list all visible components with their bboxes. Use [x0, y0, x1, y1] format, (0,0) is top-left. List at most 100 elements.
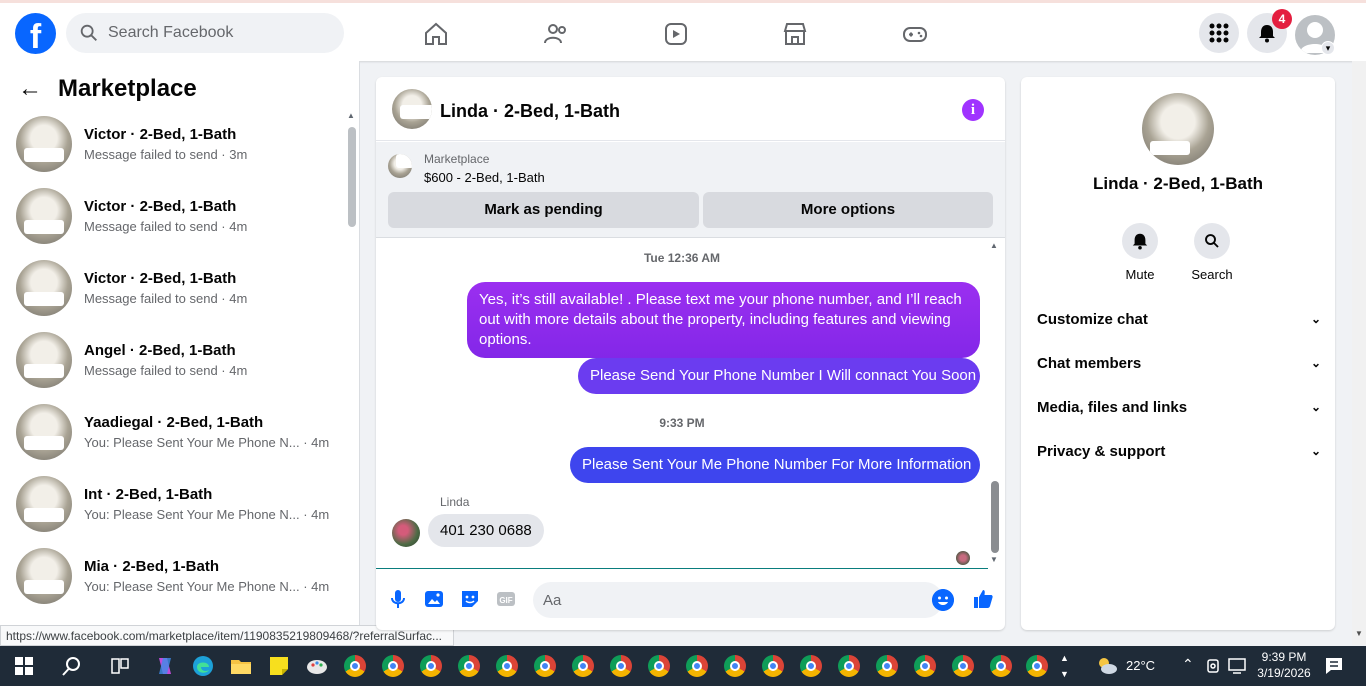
scroll-down-icon[interactable]: ▼: [990, 555, 998, 564]
chrome-icon[interactable]: [496, 655, 518, 677]
temperature[interactable]: 22°C: [1126, 658, 1155, 673]
photo-icon[interactable]: [422, 587, 446, 611]
gif-icon[interactable]: GIF: [494, 587, 518, 611]
conversation-item[interactable]: Victor · 2-Bed, 1-Bath Message failed to …: [16, 114, 336, 174]
chrome-icon[interactable]: [534, 655, 556, 677]
chrome-icon[interactable]: [724, 655, 746, 677]
paint-icon[interactable]: [305, 654, 329, 678]
scroll-down-icon[interactable]: ▼: [1355, 629, 1363, 638]
chrome-icon[interactable]: [610, 655, 632, 677]
chat-scrollbar[interactable]: ▲ ▼: [990, 241, 1000, 567]
scrollbar-thumb[interactable]: [348, 127, 356, 227]
listing-thumbnail: [16, 548, 72, 604]
incoming-message[interactable]: 401 230 0688: [428, 514, 544, 547]
mark-as-pending-button[interactable]: Mark as pending: [388, 192, 699, 228]
conversation-details-panel: Linda · 2-Bed, 1-Bath Mute Search Custom…: [1021, 77, 1335, 630]
section-label: Customize chat: [1037, 310, 1148, 328]
page-scrollbar[interactable]: ▼: [1352, 61, 1366, 645]
customize-chat-section[interactable]: Customize chat ⌄: [1037, 297, 1321, 341]
device-icon[interactable]: [1202, 654, 1226, 678]
message-input[interactable]: [533, 582, 943, 618]
copilot-icon[interactable]: [153, 654, 177, 678]
privacy-support-section[interactable]: Privacy & support ⌄: [1037, 429, 1321, 473]
conversation-item[interactable]: Yaadiegal · 2-Bed, 1-Bath You: Please Sen…: [16, 402, 336, 462]
emoji-icon[interactable]: [932, 589, 954, 611]
chrome-icon[interactable]: [876, 655, 898, 677]
chrome-icon[interactable]: [990, 655, 1012, 677]
task-view-icon[interactable]: [108, 654, 132, 678]
message-composer: GIF: [376, 569, 1005, 630]
chevron-down-icon[interactable]: ▾: [1321, 41, 1335, 55]
sticky-notes-icon[interactable]: [267, 654, 291, 678]
clock-date: 3/19/2026: [1257, 666, 1311, 680]
listing-small-thumbnail: [388, 154, 412, 178]
chrome-icon[interactable]: [382, 655, 404, 677]
chrome-icon[interactable]: [648, 655, 670, 677]
scrollbar-thumb[interactable]: [991, 481, 999, 553]
taskbar-search-icon[interactable]: [60, 654, 84, 678]
sender-avatar[interactable]: [392, 519, 420, 547]
listing-title[interactable]: $600 - 2-Bed, 1-Bath: [424, 170, 545, 185]
outgoing-message[interactable]: Yes, it’s still available! . Please text…: [467, 282, 980, 358]
home-icon[interactable]: [423, 21, 449, 47]
sidebar-scrollbar[interactable]: ▲: [347, 111, 357, 626]
chrome-icon[interactable]: [914, 655, 936, 677]
video-icon[interactable]: [663, 21, 689, 47]
chat-listing-thumbnail[interactable]: [392, 89, 432, 129]
chrome-icon[interactable]: [458, 655, 480, 677]
conversation-item[interactable]: Angel · 2-Bed, 1-Bath Message failed to s…: [16, 330, 336, 390]
conversation-item[interactable]: Mia · 2-Bed, 1-Bath You: Please Sent Your…: [16, 546, 336, 606]
listing-thumbnail: [16, 332, 72, 388]
chrome-icon[interactable]: [1026, 655, 1048, 677]
weather-icon[interactable]: [1095, 654, 1119, 678]
chrome-icon[interactable]: [800, 655, 822, 677]
conversation-item[interactable]: Int · 2-Bed, 1-Bath You: Please Sent Your…: [16, 474, 336, 534]
back-arrow-icon[interactable]: ←: [18, 75, 42, 103]
conversation-preview: Message failed to send · 4m: [84, 363, 248, 378]
chat-title[interactable]: Linda · 2-Bed, 1-Bath: [440, 101, 620, 122]
info-icon[interactable]: i: [962, 99, 984, 121]
chrome-icon[interactable]: [838, 655, 860, 677]
section-label: Chat members: [1037, 354, 1142, 372]
mute-action[interactable]: Mute: [1110, 223, 1170, 282]
windows-start-icon[interactable]: [12, 654, 36, 678]
like-thumbs-up-icon[interactable]: [971, 587, 995, 611]
chevron-down-icon: ⌄: [1310, 312, 1321, 326]
conversation-preview: Message failed to send · 4m: [84, 291, 248, 306]
show-hidden-icons-icon[interactable]: ⌃: [1182, 656, 1194, 673]
network-icon[interactable]: [1226, 654, 1250, 678]
search-action[interactable]: Search: [1182, 223, 1242, 282]
menu-button[interactable]: [1199, 13, 1239, 53]
scroll-up-icon[interactable]: ▲: [347, 111, 355, 120]
media-files-links-section[interactable]: Media, files and links ⌄: [1037, 385, 1321, 429]
conversation-item[interactable]: Victor · 2-Bed, 1-Bath Message failed to …: [16, 186, 336, 246]
system-clock[interactable]: 9:39 PM 3/19/2026: [1252, 649, 1316, 681]
friends-icon[interactable]: [543, 21, 569, 47]
notification-center-icon[interactable]: [1322, 654, 1346, 678]
search-facebook-box[interactable]: [66, 13, 344, 53]
chrome-icon[interactable]: [686, 655, 708, 677]
chrome-icon[interactable]: [420, 655, 442, 677]
outgoing-message[interactable]: Please Send Your Phone Number I Will con…: [578, 358, 980, 394]
chrome-icon[interactable]: [762, 655, 784, 677]
outgoing-message[interactable]: Please Sent Your Me Phone Number For Mor…: [570, 447, 980, 483]
chrome-icon[interactable]: [572, 655, 594, 677]
facebook-logo[interactable]: f: [15, 13, 56, 54]
marketplace-icon[interactable]: [782, 21, 808, 47]
details-listing-thumbnail[interactable]: [1142, 93, 1214, 165]
more-options-button[interactable]: More options: [703, 192, 993, 228]
mute-label: Mute: [1125, 267, 1155, 282]
chrome-icon[interactable]: [344, 655, 366, 677]
taskbar-overflow-icon[interactable]: ▲ ▼: [1060, 650, 1069, 682]
chrome-icon[interactable]: [952, 655, 974, 677]
scroll-up-icon[interactable]: ▲: [990, 241, 998, 250]
gaming-icon[interactable]: [902, 21, 928, 47]
sticker-icon[interactable]: [458, 587, 482, 611]
search-input[interactable]: [108, 24, 328, 42]
conversation-item[interactable]: Victor · 2-Bed, 1-Bath Message failed to …: [16, 258, 336, 318]
notification-badge: 4: [1272, 9, 1292, 29]
file-explorer-icon[interactable]: [229, 654, 253, 678]
microphone-icon[interactable]: [386, 587, 410, 611]
chat-members-section[interactable]: Chat members ⌄: [1037, 341, 1321, 385]
edge-browser-icon[interactable]: [191, 654, 215, 678]
